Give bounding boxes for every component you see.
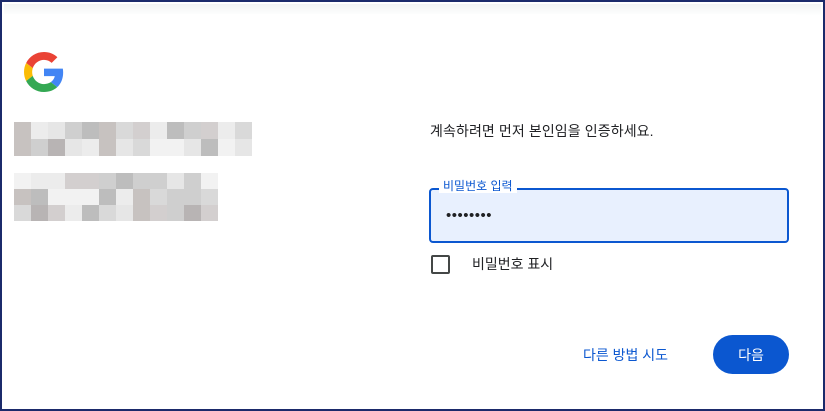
redaction-pixel <box>48 139 65 156</box>
redaction-pixel <box>150 139 167 156</box>
redaction-pixel <box>116 139 133 156</box>
redaction-pixel <box>82 122 99 139</box>
redaction-pixel <box>184 173 201 189</box>
redaction-pixel <box>167 205 184 221</box>
redaction-pixel <box>150 173 167 189</box>
redaction-pixel <box>14 205 31 221</box>
redaction-pixel <box>184 139 201 156</box>
redaction-pixel <box>14 122 31 139</box>
redaction-pixel <box>235 139 252 156</box>
show-password-label: 비밀번호 표시 <box>472 256 554 272</box>
password-input-label: 비밀번호 입력 <box>439 179 517 193</box>
redaction-pixel <box>65 205 82 221</box>
redaction-pixel <box>133 173 150 189</box>
redaction-pixel <box>31 122 48 139</box>
redaction-pixel <box>14 173 31 189</box>
redaction-pixel <box>48 205 65 221</box>
redaction-pixel <box>48 122 65 139</box>
redaction-pixel <box>31 139 48 156</box>
redaction-pixel <box>48 189 65 205</box>
redaction-pixel <box>133 139 150 156</box>
redaction-pixel <box>150 189 167 205</box>
password-input-value[interactable]: •••••••• <box>446 207 492 224</box>
google-g-icon <box>24 52 64 92</box>
redaction-pixel <box>184 205 201 221</box>
redaction-pixel <box>116 173 133 189</box>
try-another-way-link[interactable]: 다른 방법 시도 <box>583 345 668 365</box>
next-button[interactable]: 다음 <box>713 335 789 374</box>
redaction-pixel <box>99 173 116 189</box>
redaction-pixel <box>167 189 184 205</box>
redaction-pixel <box>65 173 82 189</box>
redaction-pixel <box>184 122 201 139</box>
redaction-pixel <box>167 122 184 139</box>
redaction-pixel <box>48 173 65 189</box>
redaction-pixel <box>150 122 167 139</box>
redaction-pixel <box>82 189 99 205</box>
redaction-pixel <box>14 189 31 205</box>
redaction-pixel <box>184 189 201 205</box>
redaction-pixel <box>167 173 184 189</box>
redaction-pixel <box>235 122 252 139</box>
redaction-pixel <box>99 139 116 156</box>
redaction-pixel <box>150 205 167 221</box>
redaction-pixel <box>218 139 235 156</box>
redaction-pixel <box>14 139 31 156</box>
redaction-pixel <box>116 189 133 205</box>
redaction-pixel <box>201 139 218 156</box>
verify-identity-prompt: 계속하려면 먼저 본인임을 인증하세요. <box>430 123 654 139</box>
redaction-pixel <box>31 173 48 189</box>
redaction-pixel <box>201 189 218 205</box>
redaction-pixel <box>201 122 218 139</box>
redaction-pixel <box>31 205 48 221</box>
redaction-pixel <box>116 122 133 139</box>
redaction-pixel <box>65 122 82 139</box>
redaction-pixel <box>167 139 184 156</box>
redacted-account-email <box>14 173 218 221</box>
redaction-pixel <box>99 205 116 221</box>
redaction-pixel <box>116 205 133 221</box>
redaction-pixel <box>201 173 218 189</box>
redaction-pixel <box>133 189 150 205</box>
show-password-checkbox[interactable] <box>431 254 450 274</box>
redaction-pixel <box>31 189 48 205</box>
redaction-pixel <box>65 139 82 156</box>
redaction-pixel <box>65 189 82 205</box>
show-password-toggle[interactable]: 비밀번호 표시 <box>431 254 553 274</box>
redaction-pixel <box>82 205 99 221</box>
redaction-pixel <box>82 139 99 156</box>
redaction-pixel <box>99 189 116 205</box>
redaction-pixel <box>201 205 218 221</box>
redaction-pixel <box>218 122 235 139</box>
redaction-pixel <box>133 122 150 139</box>
redaction-pixel <box>82 173 99 189</box>
redacted-account-name <box>14 122 252 156</box>
redaction-pixel <box>99 122 116 139</box>
redaction-pixel <box>133 205 150 221</box>
